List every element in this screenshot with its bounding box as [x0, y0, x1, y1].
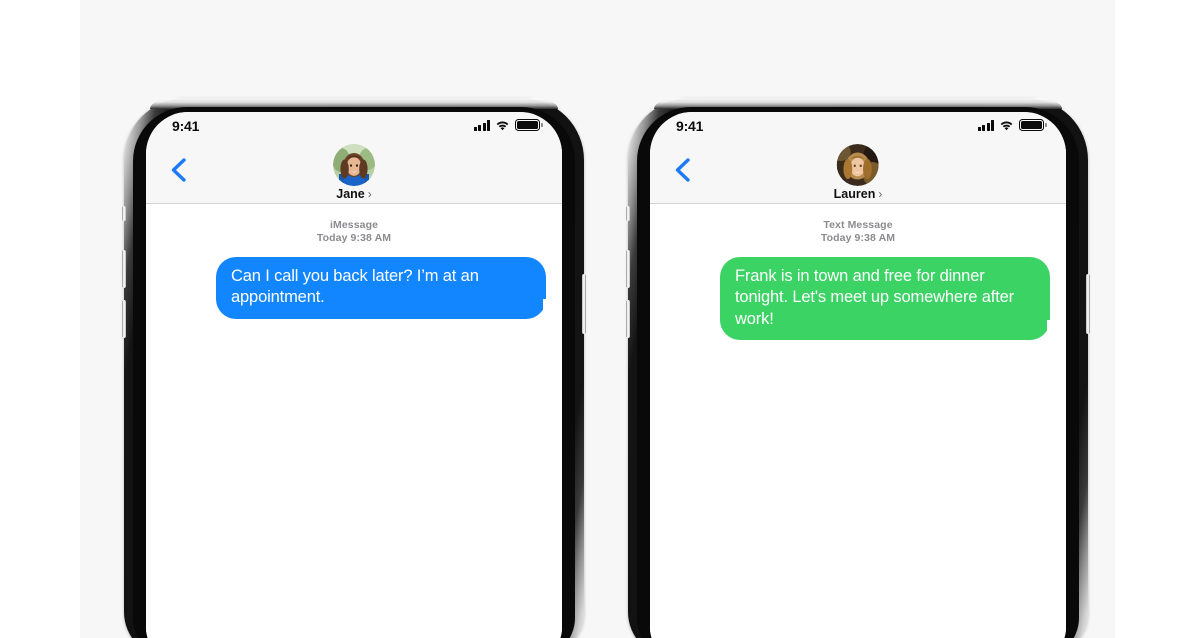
device-screen-imessage: 9:41 Jane › iMessage Today 9:38 AM Can I…: [146, 112, 562, 638]
status-bar-indicators: [977, 119, 1044, 131]
contact-avatar-icon: [837, 144, 879, 186]
conversation-meta: Text Message Today 9:38 AM: [650, 204, 1066, 246]
message-text: Can I call you back later? I’m at an app…: [231, 266, 479, 307]
contact-header-jane[interactable]: Jane ›: [333, 144, 375, 201]
status-bar-indicators: [473, 119, 540, 131]
conversation-thread-imessage: iMessage Today 9:38 AM Can I call you ba…: [146, 204, 562, 638]
contact-name: Jane: [336, 187, 365, 201]
chevron-right-icon: ›: [367, 187, 372, 201]
ring-silent-switch[interactable]: [626, 206, 630, 221]
avatar: [837, 144, 879, 186]
conversation-timestamp: Today 9:38 AM: [316, 232, 392, 245]
status-bar-time: 9:41: [172, 118, 200, 134]
message-bubble-outgoing[interactable]: Can I call you back later? I’m at an app…: [216, 256, 553, 319]
wifi-icon: [1000, 121, 1013, 131]
message-bubble-outgoing[interactable]: Frank is in town and free for dinner ton…: [720, 256, 1057, 341]
signal-bars-icon: [977, 120, 994, 131]
chevron-right-icon: ›: [878, 187, 883, 201]
avatar: [333, 144, 375, 186]
battery-full-icon: [1019, 119, 1044, 131]
message-row: Frank is in town and free for dinner ton…: [650, 246, 1066, 341]
conversation-meta: iMessage Today 9:38 AM: [146, 204, 562, 246]
volume-down-button[interactable]: [626, 300, 630, 338]
navigation-bar: Jane ›: [146, 141, 562, 204]
service-label: iMessage: [329, 219, 379, 231]
contact-name-row: Jane ›: [336, 187, 372, 201]
message-text: Frank is in town and free for dinner ton…: [735, 266, 1015, 328]
contact-name: Lauren: [833, 187, 876, 201]
contact-name-row: Lauren ›: [834, 187, 883, 201]
volume-up-button[interactable]: [626, 250, 630, 288]
conversation-timestamp: Today 9:38 AM: [820, 232, 896, 245]
conversation-thread-sms: Text Message Today 9:38 AM Frank is in t…: [650, 204, 1066, 638]
phone-device-sms: 9:41 Lauren › Text Message Today 9:38 AM…: [626, 98, 1090, 638]
device-screen-sms: 9:41 Lauren › Text Message Today 9:38 AM…: [650, 112, 1066, 638]
service-label: Text Message: [823, 219, 893, 231]
back-button[interactable]: [164, 155, 192, 185]
screenshot-canvas: 9:41 Jane › iMessage Today 9:38 AM Can I…: [0, 0, 1200, 638]
contact-avatar-icon: [333, 144, 375, 186]
status-bar: 9:41: [146, 112, 562, 141]
volume-up-button[interactable]: [122, 250, 126, 288]
message-row: Can I call you back later? I’m at an app…: [146, 246, 562, 319]
side-power-button[interactable]: [1086, 274, 1090, 334]
volume-down-button[interactable]: [122, 300, 126, 338]
chevron-left-icon: [171, 158, 186, 182]
navigation-bar: Lauren ›: [650, 141, 1066, 204]
wifi-icon: [496, 121, 509, 131]
signal-bars-icon: [473, 120, 490, 131]
phone-device-imessage: 9:41 Jane › iMessage Today 9:38 AM Can I…: [122, 98, 586, 638]
ring-silent-switch[interactable]: [122, 206, 126, 221]
back-button[interactable]: [668, 155, 696, 185]
battery-full-icon: [515, 119, 540, 131]
chevron-left-icon: [675, 158, 690, 182]
contact-header-lauren[interactable]: Lauren ›: [834, 144, 883, 201]
status-bar-time: 9:41: [676, 118, 704, 134]
side-power-button[interactable]: [582, 274, 586, 334]
status-bar: 9:41: [650, 112, 1066, 141]
